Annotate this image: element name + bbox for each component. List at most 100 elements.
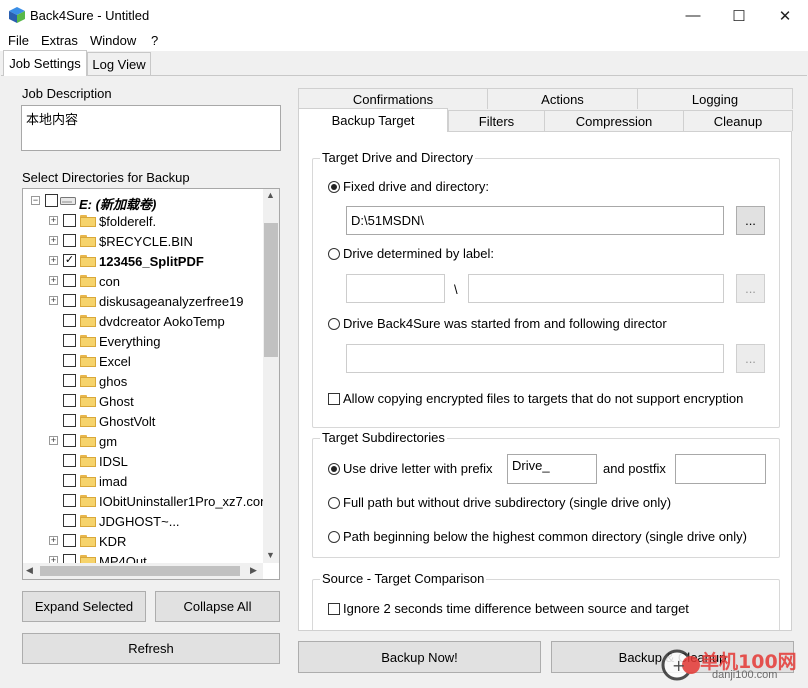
- tree-checkbox[interactable]: [63, 334, 76, 347]
- tree-item[interactable]: Everything: [23, 331, 263, 351]
- tab-confirmations[interactable]: Confirmations: [298, 88, 488, 109]
- target-drive-label: Target Drive and Directory: [320, 150, 475, 165]
- started-from-input[interactable]: [346, 344, 724, 373]
- tree-checkbox[interactable]: [63, 494, 76, 507]
- tree-checkbox[interactable]: [63, 214, 76, 227]
- tab-job-settings[interactable]: Job Settings: [3, 50, 87, 76]
- expand-icon[interactable]: +: [49, 216, 58, 225]
- tab-cleanup[interactable]: Cleanup: [683, 110, 793, 131]
- tree-checkbox[interactable]: [63, 374, 76, 387]
- tree-item[interactable]: + gm: [23, 431, 263, 451]
- expand-selected-button[interactable]: Expand Selected: [22, 591, 146, 622]
- tree-horizontal-scrollbar[interactable]: ◀ ▶: [23, 563, 263, 579]
- tree-checkbox[interactable]: ✓: [63, 254, 76, 267]
- collapse-icon[interactable]: −: [31, 196, 40, 205]
- tree-root-drive[interactable]: − E: (新加载卷): [23, 191, 263, 212]
- tree-checkbox[interactable]: [63, 354, 76, 367]
- browse-fixed-button[interactable]: ...: [736, 206, 765, 235]
- menu-help[interactable]: ?: [151, 33, 158, 48]
- expand-icon[interactable]: +: [49, 296, 58, 305]
- tree-item[interactable]: + $RECYCLE.BIN: [23, 231, 263, 251]
- drive-label-path-input[interactable]: [468, 274, 724, 303]
- prefix-input[interactable]: Drive_: [507, 454, 597, 484]
- tree-item[interactable]: + KDR: [23, 531, 263, 551]
- tree-vertical-scrollbar[interactable]: ▲ ▼: [263, 189, 279, 563]
- fixed-drive-radio[interactable]: [328, 181, 340, 193]
- tree-item[interactable]: imad: [23, 471, 263, 491]
- tree-item[interactable]: JDGHOST~...: [23, 511, 263, 531]
- collapse-all-button[interactable]: Collapse All: [155, 591, 280, 622]
- fixed-drive-input[interactable]: D:\51MSDN\: [346, 206, 724, 235]
- full-path-radio[interactable]: [328, 497, 340, 509]
- allow-encrypted-checkbox[interactable]: [328, 393, 340, 405]
- tree-item[interactable]: + con: [23, 271, 263, 291]
- tree-item[interactable]: Ghost: [23, 391, 263, 411]
- directory-tree[interactable]: − E: (新加载卷) + $folderelf. + $RECYCLE.BIN + ✓ 1…: [22, 188, 280, 580]
- tree-item[interactable]: + diskusageanalyzerfree19: [23, 291, 263, 311]
- watermark-logo-icon: +: [661, 645, 701, 685]
- menu-window[interactable]: Window: [90, 33, 136, 48]
- tab-log-view[interactable]: Log View: [87, 52, 151, 75]
- tab-logging[interactable]: Logging: [637, 88, 793, 109]
- tree-checkbox[interactable]: [63, 234, 76, 247]
- tree-checkbox[interactable]: [63, 514, 76, 527]
- hscroll-thumb[interactable]: [40, 566, 240, 576]
- drive-label-label: Drive determined by label:: [343, 246, 495, 261]
- ignore-2s-label: Ignore 2 seconds time difference between…: [343, 601, 689, 616]
- tree-item[interactable]: IObitUninstaller1Pro_xz7.con: [23, 491, 267, 511]
- tab-actions[interactable]: Actions: [487, 88, 638, 109]
- tree-checkbox[interactable]: [63, 454, 76, 467]
- tab-compression[interactable]: Compression: [544, 110, 684, 131]
- expand-icon[interactable]: +: [49, 256, 58, 265]
- tree-checkbox[interactable]: [45, 194, 58, 207]
- folder-icon: [80, 515, 96, 527]
- tree-item[interactable]: ghos: [23, 371, 263, 391]
- close-button[interactable]: ✕: [762, 0, 808, 31]
- expand-icon[interactable]: +: [49, 436, 58, 445]
- scroll-thumb[interactable]: [264, 223, 278, 357]
- tree-item[interactable]: + $folderelf.: [23, 211, 263, 231]
- path-below-radio[interactable]: [328, 531, 340, 543]
- browse-started-button[interactable]: ...: [736, 344, 765, 373]
- tree-checkbox[interactable]: [63, 414, 76, 427]
- job-description-field[interactable]: 本地内容: [21, 105, 281, 151]
- drive-label-input[interactable]: [346, 274, 445, 303]
- tree-item[interactable]: dvdcreator AokoTemp: [23, 311, 263, 331]
- ignore-2s-checkbox[interactable]: [328, 603, 340, 615]
- browse-label-button[interactable]: ...: [736, 274, 765, 303]
- menu-extras[interactable]: Extras: [41, 33, 78, 48]
- tab-backup-target[interactable]: Backup Target: [298, 108, 448, 132]
- folder-icon: [80, 495, 96, 507]
- started-from-radio[interactable]: [328, 318, 340, 330]
- expand-icon[interactable]: +: [49, 276, 58, 285]
- minimize-button[interactable]: —: [670, 0, 716, 31]
- tree-checkbox[interactable]: [63, 294, 76, 307]
- folder-icon: [80, 335, 96, 347]
- tree-item[interactable]: Excel: [23, 351, 263, 371]
- scroll-right-icon[interactable]: ▶: [250, 565, 257, 576]
- tree-item[interactable]: + ✓ 123456_SplitPDF: [23, 251, 263, 271]
- tree-item-label: $folderelf.: [99, 214, 157, 229]
- app-icon: [9, 7, 25, 23]
- backup-now-button[interactable]: Backup Now!: [298, 641, 541, 673]
- postfix-input[interactable]: [675, 454, 766, 484]
- tree-item[interactable]: GhostVolt: [23, 411, 263, 431]
- tree-checkbox[interactable]: [63, 434, 76, 447]
- maximize-button[interactable]: ☐: [716, 0, 762, 31]
- scroll-left-icon[interactable]: ◀: [26, 565, 33, 576]
- expand-icon[interactable]: +: [49, 236, 58, 245]
- tree-item[interactable]: IDSL: [23, 451, 263, 471]
- menu-file[interactable]: File: [8, 33, 29, 48]
- scroll-up-icon[interactable]: ▲: [266, 190, 275, 200]
- tree-checkbox[interactable]: [63, 314, 76, 327]
- tree-checkbox[interactable]: [63, 534, 76, 547]
- use-letter-radio[interactable]: [328, 463, 340, 475]
- expand-icon[interactable]: +: [49, 536, 58, 545]
- refresh-button[interactable]: Refresh: [22, 633, 280, 664]
- drive-label-radio[interactable]: [328, 248, 340, 260]
- tree-checkbox[interactable]: [63, 474, 76, 487]
- scroll-down-icon[interactable]: ▼: [266, 550, 275, 560]
- tree-checkbox[interactable]: [63, 274, 76, 287]
- tree-checkbox[interactable]: [63, 394, 76, 407]
- tab-filters[interactable]: Filters: [448, 110, 545, 131]
